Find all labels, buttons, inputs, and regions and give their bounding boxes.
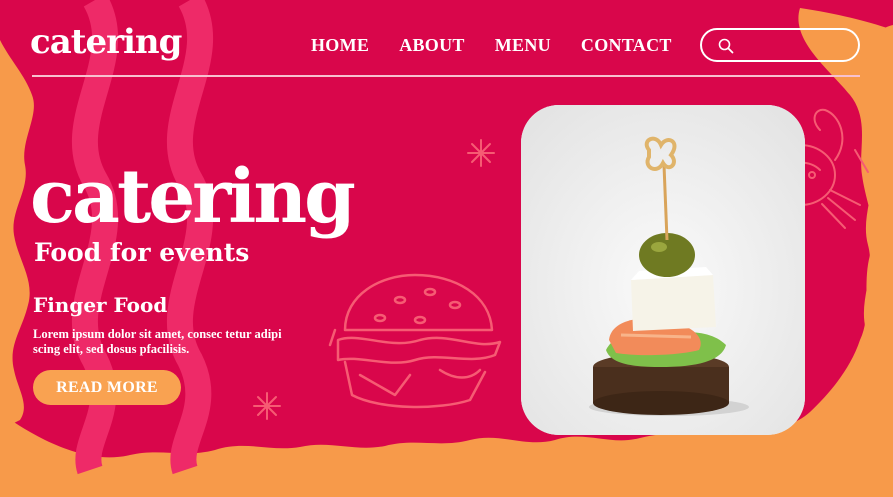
nav-contact[interactable]: CONTACT	[581, 35, 672, 56]
header-divider	[32, 75, 860, 77]
hero-subtitle: Food for events	[34, 238, 250, 267]
search-input[interactable]	[742, 36, 854, 56]
search-icon[interactable]	[718, 38, 734, 54]
site-logo[interactable]: catering	[30, 22, 182, 62]
canape-photo	[521, 105, 805, 435]
canape-image	[521, 105, 805, 435]
hero-title: catering	[30, 154, 356, 240]
nav-menu[interactable]: MENU	[495, 35, 551, 56]
nav-home[interactable]: HOME	[311, 35, 369, 56]
main-nav: HOME ABOUT MENU CONTACT	[311, 35, 672, 56]
section-title: Finger Food	[33, 293, 168, 317]
nav-about[interactable]: ABOUT	[399, 35, 465, 56]
sparkle-icon	[467, 139, 495, 167]
sparkle-icon	[253, 392, 281, 420]
search-box[interactable]	[700, 28, 860, 62]
section-description: Lorem ipsum dolor sit amet, consec tetur…	[33, 327, 282, 356]
read-more-button[interactable]: READ MORE	[33, 370, 181, 405]
landing-page: catering HOME ABOUT MENU CONTACT caterin…	[0, 0, 893, 497]
